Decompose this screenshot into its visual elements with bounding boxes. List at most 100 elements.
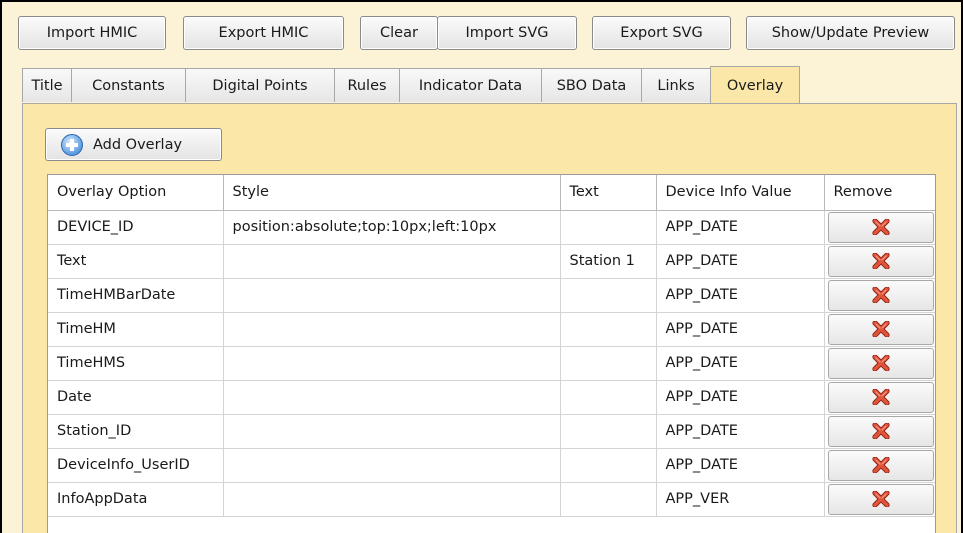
table-row[interactable]: Text Station 1 APP_DATE [48,244,935,279]
table-row[interactable]: TimeHMBarDate APP_DATE [48,278,935,313]
add-overlay-label: Add Overlay [93,136,183,153]
overlay-option-cell[interactable]: DeviceInfo_UserID [48,448,224,483]
overlay-panel: Add Overlay Overlay Option Style Text De… [22,103,957,533]
style-cell[interactable] [223,448,561,483]
remove-cell [824,448,935,483]
empty-cell [223,516,560,533]
device-info-value-cell[interactable]: APP_DATE [656,312,825,347]
tab-rules[interactable]: Rules [334,68,400,102]
text-cell[interactable] [560,278,657,313]
style-cell[interactable] [223,380,561,415]
tab-indicator-data[interactable]: Indicator Data [399,68,542,102]
app-window: Import HMIC Export HMIC Clear Import SVG… [0,0,963,533]
clear-button[interactable]: Clear [360,16,438,50]
style-cell[interactable] [223,312,561,347]
tab-title[interactable]: Title [22,68,72,102]
tab-constants[interactable]: Constants [71,68,186,102]
remove-x-icon [871,321,890,337]
tab-digital-points[interactable]: Digital Points [185,68,335,102]
overlay-option-cell[interactable]: TimeHMBarDate [48,278,224,313]
column-header-overlay-option[interactable]: Overlay Option [48,175,224,211]
table-row[interactable]: TimeHMS APP_DATE [48,346,935,381]
device-info-value-cell[interactable]: APP_DATE [656,414,825,449]
empty-cell [824,516,935,533]
remove-cell [824,244,935,279]
style-cell[interactable] [223,278,561,313]
add-overlay-button[interactable]: Add Overlay [45,128,222,161]
device-info-value-cell[interactable]: APP_DATE [656,346,825,381]
table-row[interactable]: TimeHM APP_DATE [48,312,935,347]
empty-cell [48,516,223,533]
text-cell[interactable] [560,448,657,483]
empty-cell [656,516,824,533]
tab-links[interactable]: Links [641,68,711,102]
remove-x-icon [871,491,890,507]
text-cell[interactable] [560,380,657,415]
table-row[interactable]: Station_ID APP_DATE [48,414,935,449]
remove-button[interactable] [827,415,934,447]
text-cell[interactable] [560,482,657,517]
overlay-option-cell[interactable]: Text [48,244,224,279]
remove-button[interactable] [827,245,934,277]
style-cell[interactable] [223,414,561,449]
tab-overlay[interactable]: Overlay [710,66,800,104]
import-svg-button[interactable]: Import SVG [437,16,577,50]
empty-grid-area [48,516,935,533]
text-cell[interactable]: Station 1 [560,244,657,279]
style-cell[interactable] [223,482,561,517]
column-header-style[interactable]: Style [223,175,561,211]
tab-sbo-data[interactable]: SBO Data [541,68,642,102]
export-hmic-button[interactable]: Export HMIC [183,16,344,50]
remove-button[interactable] [827,211,934,243]
remove-cell [824,346,935,381]
overlay-option-cell[interactable]: TimeHMS [48,346,224,381]
remove-x-icon [871,423,890,439]
remove-x-icon [871,389,890,405]
remove-x-icon [871,457,890,473]
overlay-grid: Overlay Option Style Text Device Info Va… [47,174,936,533]
grid-header-row: Overlay Option Style Text Device Info Va… [48,175,935,211]
overlay-option-cell[interactable]: DEVICE_ID [48,210,224,245]
overlay-option-cell[interactable]: Date [48,380,224,415]
remove-button[interactable] [827,449,934,481]
remove-cell [824,482,935,517]
remove-button[interactable] [827,381,934,413]
column-header-remove[interactable]: Remove [824,175,935,211]
add-circle-icon [61,133,83,156]
style-cell[interactable] [223,244,561,279]
remove-x-icon [871,287,890,303]
remove-cell [824,278,935,313]
text-cell[interactable] [560,346,657,381]
style-cell[interactable] [223,346,561,381]
column-header-device-info-value[interactable]: Device Info Value [656,175,825,211]
remove-button[interactable] [827,279,934,311]
device-info-value-cell[interactable]: APP_VER [656,482,825,517]
remove-button[interactable] [827,313,934,345]
device-info-value-cell[interactable]: APP_DATE [656,244,825,279]
table-row[interactable]: InfoAppData APP_VER [48,482,935,517]
overlay-option-cell[interactable]: Station_ID [48,414,224,449]
remove-cell [824,312,935,347]
device-info-value-cell[interactable]: APP_DATE [656,380,825,415]
style-cell[interactable]: position:absolute;top:10px;left:10px [223,210,561,245]
import-hmic-button[interactable]: Import HMIC [18,16,166,50]
remove-button[interactable] [827,483,934,515]
text-cell[interactable] [560,414,657,449]
column-header-text[interactable]: Text [560,175,657,211]
text-cell[interactable] [560,312,657,347]
export-svg-button[interactable]: Export SVG [592,16,731,50]
table-row[interactable]: DeviceInfo_UserID APP_DATE [48,448,935,483]
remove-x-icon [871,355,890,371]
remove-cell [824,380,935,415]
device-info-value-cell[interactable]: APP_DATE [656,210,825,245]
table-row[interactable]: Date APP_DATE [48,380,935,415]
remove-cell [824,414,935,449]
overlay-option-cell[interactable]: TimeHM [48,312,224,347]
table-row[interactable]: DEVICE_ID position:absolute;top:10px;left… [48,210,935,245]
remove-button[interactable] [827,347,934,379]
overlay-option-cell[interactable]: InfoAppData [48,482,224,517]
text-cell[interactable] [560,210,657,245]
device-info-value-cell[interactable]: APP_DATE [656,278,825,313]
device-info-value-cell[interactable]: APP_DATE [656,448,825,483]
show-update-preview-button[interactable]: Show/Update Preview [746,16,955,50]
